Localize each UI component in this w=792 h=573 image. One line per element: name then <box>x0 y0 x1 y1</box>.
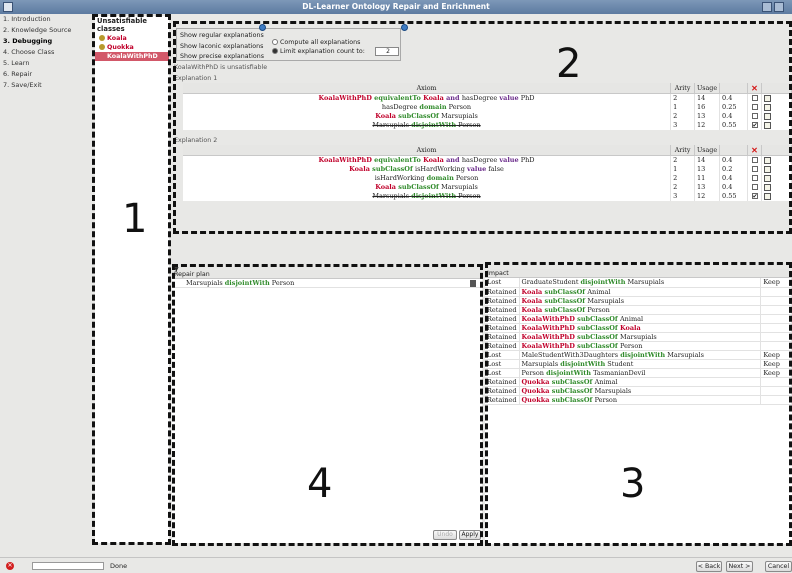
next-button[interactable]: Next > <box>726 561 753 572</box>
annotation-box-1 <box>92 14 171 545</box>
step-debugging[interactable]: 3. Debugging <box>0 36 92 47</box>
progress-bar <box>32 562 104 570</box>
annotation-number-4: 4 <box>307 461 333 507</box>
status-bar: ✕ Done < Back Next > Cancel <box>0 557 792 573</box>
step-repair[interactable]: 6. Repair <box>0 69 92 80</box>
step-learn[interactable]: 5. Learn <box>0 58 92 69</box>
title-bar: DL-Learner Ontology Repair and Enrichmen… <box>0 0 792 14</box>
step-knowledge-source[interactable]: 2. Knowledge Source <box>0 25 92 36</box>
window-title: DL-Learner Ontology Repair and Enrichmen… <box>302 2 490 11</box>
status-text: Done <box>110 562 128 570</box>
step-choose-class[interactable]: 4. Choose Class <box>0 47 92 58</box>
step-save-exit[interactable]: 7. Save/Exit <box>0 80 92 91</box>
error-icon[interactable]: ✕ <box>6 562 14 570</box>
minimize-icon[interactable] <box>762 2 772 12</box>
collapse-arrow-icon[interactable]: ▼ <box>174 266 179 273</box>
annotation-number-2: 2 <box>556 41 582 87</box>
annotation-box-2 <box>173 21 792 234</box>
annotation-number-1: 1 <box>122 196 148 242</box>
annotation-number-3: 3 <box>620 461 646 507</box>
back-button[interactable]: < Back <box>696 561 722 572</box>
maximize-icon[interactable] <box>774 2 784 12</box>
step-introduction[interactable]: 1. Introduction <box>0 14 92 25</box>
app-icon <box>3 2 13 12</box>
steps-sidebar: 1. Introduction 2. Knowledge Source 3. D… <box>0 14 92 557</box>
cancel-button[interactable]: Cancel <box>765 561 792 572</box>
